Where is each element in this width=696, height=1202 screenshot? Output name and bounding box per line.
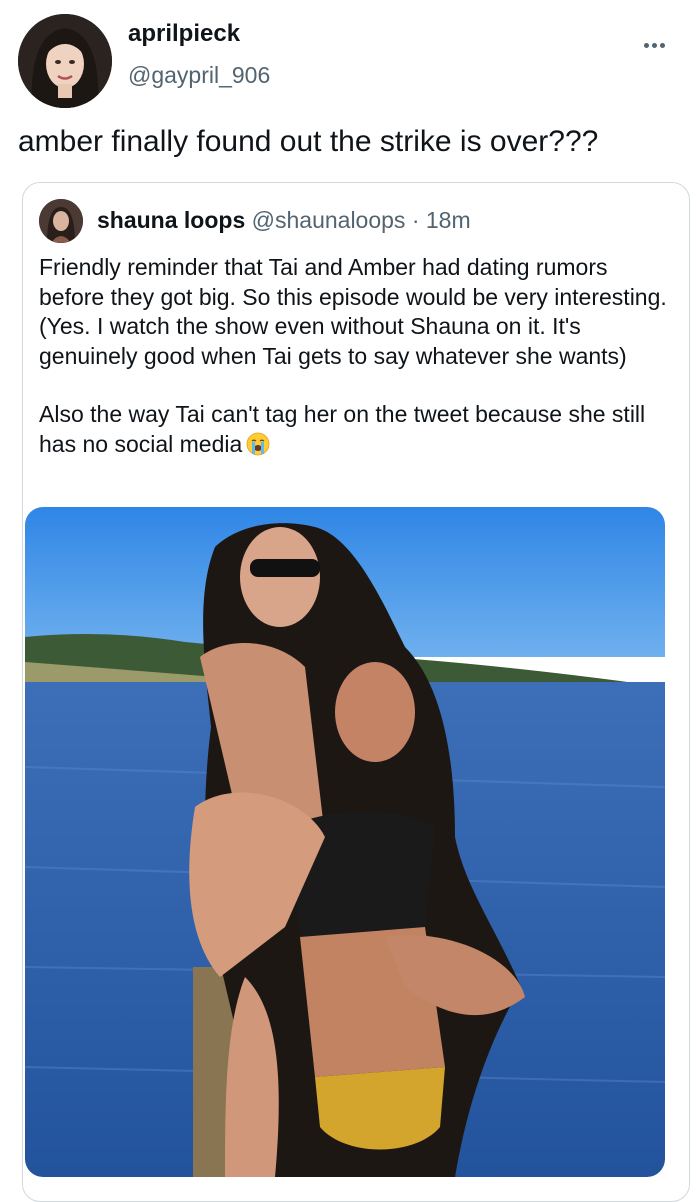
author-handle[interactable]: @gaypril_906 xyxy=(128,62,270,89)
author-avatar-image xyxy=(18,14,112,108)
quoted-author-display-name[interactable]: shauna loops xyxy=(97,207,245,233)
loudly-crying-face-icon xyxy=(246,432,270,455)
quoted-timestamp[interactable]: 18m xyxy=(426,207,471,233)
tweet: aprilpieck @gaypril_906 amber finally fo… xyxy=(0,0,696,1202)
photo-image xyxy=(25,507,665,1177)
separator-dot: · xyxy=(411,207,420,233)
tweet-text: amber finally found out the strike is ov… xyxy=(18,125,599,158)
author-avatar[interactable] xyxy=(18,14,112,108)
quoted-author-avatar[interactable] xyxy=(39,199,83,243)
quoted-tweet[interactable]: shauna loops @shaunaloops · 18m Friendly… xyxy=(22,182,690,1202)
quoted-tweet-photo[interactable] xyxy=(25,507,665,1177)
quoted-paragraph: Friendly reminder that Tai and Amber had… xyxy=(39,254,667,369)
quoted-author-line: shauna loops @shaunaloops · 18m xyxy=(97,207,471,234)
quoted-tweet-text: Friendly reminder that Tai and Amber had… xyxy=(39,253,671,459)
quoted-author-handle[interactable]: @shaunaloops xyxy=(252,207,406,233)
quoted-author-avatar-image xyxy=(39,199,83,243)
quoted-paragraph: Also the way Tai can't tag her on the tw… xyxy=(39,401,646,457)
author-display-name[interactable]: aprilpieck xyxy=(128,20,240,48)
more-horizontal-icon[interactable] xyxy=(634,30,674,60)
